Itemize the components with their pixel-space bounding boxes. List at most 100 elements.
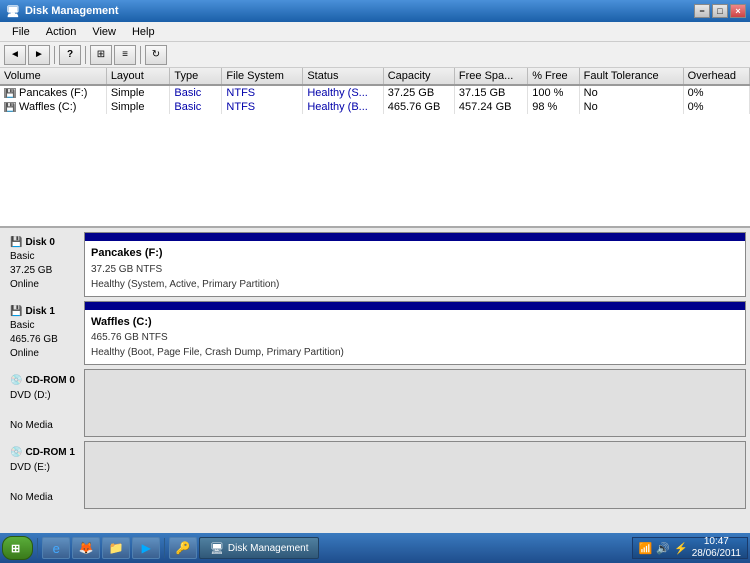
table-row[interactable]: 💾 Waffles (C:) Simple Basic NTFS Healthy… xyxy=(0,100,750,114)
window-controls: − □ × xyxy=(694,4,746,18)
cell-capacity-1: 465.76 GB xyxy=(383,100,454,114)
windows-logo-icon: ⊞ xyxy=(11,542,20,555)
window-title: Disk Management xyxy=(25,5,119,17)
table-header-row: Volume Layout Type File System Status Ca… xyxy=(0,68,750,85)
cdrom-1-label: 💿 CD-ROM 1 DVD (E:) No Media xyxy=(4,441,84,509)
menu-view[interactable]: View xyxy=(84,24,124,40)
taskbar-ie-button[interactable]: e xyxy=(42,537,70,559)
menu-help[interactable]: Help xyxy=(124,24,163,40)
maximize-button[interactable]: □ xyxy=(712,4,728,18)
taskbar-firefox-button[interactable]: 🦊 xyxy=(72,537,100,559)
taskbar-explorer-button[interactable]: 📁 xyxy=(102,537,130,559)
properties-button[interactable]: ⊞ xyxy=(90,45,112,65)
disk-1-partition-name: Waffles (C:) xyxy=(91,314,739,331)
forward-button[interactable]: ► xyxy=(28,45,50,65)
col-header-overhead[interactable]: Overhead xyxy=(683,68,749,85)
cell-type-0: Basic xyxy=(170,85,222,100)
vol-icon-0: 💾 xyxy=(4,88,16,98)
toolbar-separator-3 xyxy=(140,46,141,64)
vol-icon-1: 💾 xyxy=(4,102,16,112)
disk-1-partition-area[interactable]: Waffles (C:) 465.76 GB NTFS Healthy (Boo… xyxy=(84,301,746,366)
ie-icon: e xyxy=(53,541,60,556)
col-header-type[interactable]: Type xyxy=(170,68,222,85)
cdrom-1-icon: 💿 xyxy=(10,445,22,460)
col-header-fault-tolerance[interactable]: Fault Tolerance xyxy=(579,68,683,85)
col-header-layout[interactable]: Layout xyxy=(106,68,170,85)
taskbar-sep-1 xyxy=(37,538,38,558)
cell-status-1: Healthy (B... xyxy=(303,100,383,114)
start-button[interactable]: ⊞ xyxy=(2,536,33,560)
back-button[interactable]: ◄ xyxy=(4,45,26,65)
disk-1-type: Basic xyxy=(10,319,78,333)
col-header-pct-free[interactable]: % Free xyxy=(528,68,579,85)
menu-action[interactable]: Action xyxy=(38,24,85,40)
col-header-volume[interactable]: Volume xyxy=(0,68,106,85)
cdrom-1-type: DVD (E:) xyxy=(10,460,78,475)
disk-1-size: 465.76 GB xyxy=(10,333,78,347)
taskbar: ⊞ e 🦊 📁 ▶ 🔑 🖥 Disk Management 📶 🔊 ⚡ 10:4… xyxy=(0,533,750,563)
disk-0-partition-size: 37.25 GB NTFS xyxy=(91,262,739,277)
cell-free-0: 37.15 GB xyxy=(454,85,527,100)
volume-tray-icon[interactable]: 🔊 xyxy=(656,542,670,555)
cdrom-0-type: DVD (D:) xyxy=(10,388,78,403)
diskmgmt-label: Disk Management xyxy=(228,543,309,554)
toolbar-separator-2 xyxy=(85,46,86,64)
close-button[interactable]: × xyxy=(730,4,746,18)
disk-1-icon: 💾 xyxy=(10,305,22,319)
cell-filesystem-0: NTFS xyxy=(222,85,303,100)
disk-0-size: 37.25 GB xyxy=(10,264,78,278)
cell-fault-1: No xyxy=(579,100,683,114)
cell-filesystem-1: NTFS xyxy=(222,100,303,114)
disk-0-partition-area[interactable]: Pancakes (F:) 37.25 GB NTFS Healthy (Sys… xyxy=(84,232,746,297)
volume-table-area: Volume Layout Type File System Status Ca… xyxy=(0,68,750,228)
menu-file[interactable]: File xyxy=(4,24,38,40)
disk-1-partition-content: Waffles (C:) 465.76 GB NTFS Healthy (Boo… xyxy=(85,310,745,365)
folder-icon: 📁 xyxy=(109,541,124,555)
col-header-status[interactable]: Status xyxy=(303,68,383,85)
disk-1-id: Disk 1 xyxy=(25,305,54,319)
refresh-button[interactable]: ↻ xyxy=(145,45,167,65)
rescan-button[interactable]: ≡ xyxy=(114,45,136,65)
cell-layout-1: Simple xyxy=(106,100,170,114)
cell-pct-1: 98 % xyxy=(528,100,579,114)
cell-volume-0: 💾 Pancakes (F:) xyxy=(0,85,106,100)
network-tray-icon[interactable]: 📶 xyxy=(639,542,653,555)
disk-0-header-bar xyxy=(85,233,745,241)
cell-status-0: Healthy (S... xyxy=(303,85,383,100)
cell-type-1: Basic xyxy=(170,100,222,114)
cell-pct-0: 100 % xyxy=(528,85,579,100)
disk-1-header-bar xyxy=(85,302,745,310)
col-header-capacity[interactable]: Capacity xyxy=(383,68,454,85)
clock-time: 10:47 xyxy=(692,536,741,548)
disk-0-partition-status: Healthy (System, Active, Primary Partiti… xyxy=(91,277,739,292)
taskbar-diskmgmt-button[interactable]: 🖥 Disk Management xyxy=(199,537,319,559)
firefox-icon: 🦊 xyxy=(79,541,94,555)
cdrom-1-media: No Media xyxy=(10,490,78,505)
cell-volume-1: 💾 Waffles (C:) xyxy=(0,100,106,114)
menu-bar: File Action View Help xyxy=(0,22,750,42)
cell-capacity-0: 37.25 GB xyxy=(383,85,454,100)
taskbar-sep-2 xyxy=(164,538,165,558)
cdrom-0-partition-area[interactable] xyxy=(84,369,746,437)
cdrom-1-partition-area[interactable] xyxy=(84,441,746,509)
minimize-button[interactable]: − xyxy=(694,4,710,18)
col-header-filesystem[interactable]: File System xyxy=(222,68,303,85)
table-row[interactable]: 💾 Pancakes (F:) Simple Basic NTFS Health… xyxy=(0,85,750,100)
disk-0-type: Basic xyxy=(10,250,78,264)
taskbar-app1-button[interactable]: 🔑 xyxy=(169,537,197,559)
cell-fault-0: No xyxy=(579,85,683,100)
tray-icons-area: 📶 🔊 ⚡ xyxy=(639,542,688,555)
help-button[interactable]: ? xyxy=(59,45,81,65)
disk-0-status: Online xyxy=(10,278,78,292)
toolbar: ◄ ► ? ⊞ ≡ ↻ xyxy=(0,42,750,68)
col-header-free-space[interactable]: Free Spa... xyxy=(454,68,527,85)
cell-overhead-1: 0% xyxy=(683,100,749,114)
disk-0-partition-content: Pancakes (F:) 37.25 GB NTFS Healthy (Sys… xyxy=(85,241,745,296)
disk-1-label: 💾 Disk 1 Basic 465.76 GB Online xyxy=(4,301,84,366)
system-clock[interactable]: 10:47 28/06/2011 xyxy=(692,536,741,560)
disks-area: 💾 Disk 0 Basic 37.25 GB Online Pancakes … xyxy=(0,228,750,538)
battery-tray-icon[interactable]: ⚡ xyxy=(674,542,688,555)
disk-0-row: 💾 Disk 0 Basic 37.25 GB Online Pancakes … xyxy=(4,232,746,297)
taskbar-media-button[interactable]: ▶ xyxy=(132,537,160,559)
cdrom-1-row: 💿 CD-ROM 1 DVD (E:) No Media xyxy=(4,441,746,509)
